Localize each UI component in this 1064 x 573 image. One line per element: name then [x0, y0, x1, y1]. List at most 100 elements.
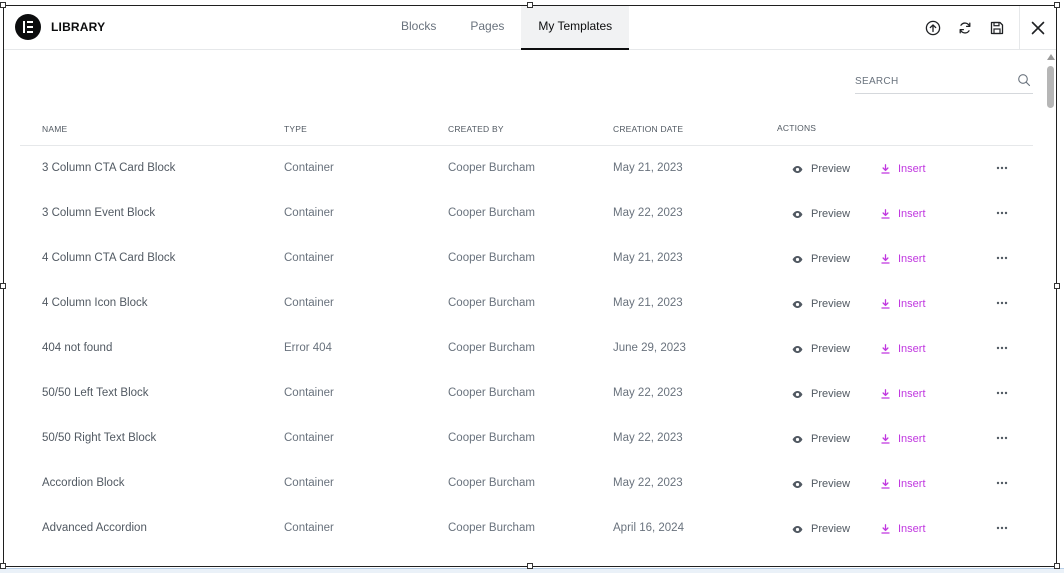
more-options-icon [996, 391, 1008, 395]
preview-button[interactable]: Preview [792, 294, 850, 314]
upload-icon [925, 20, 941, 36]
preview-label: Preview [811, 523, 851, 535]
more-options-button[interactable] [992, 383, 1012, 403]
preview-button[interactable]: Preview [792, 204, 850, 224]
download-icon [881, 209, 890, 219]
resize-handle-top-left[interactable] [0, 2, 6, 8]
resize-handle-left[interactable] [0, 283, 6, 289]
save-button[interactable] [981, 6, 1013, 50]
scrollbar[interactable] [1045, 50, 1056, 566]
table-header: NAME TYPE CREATED BY CREATION DATE ACTIO… [20, 116, 1033, 146]
search-icon [1018, 74, 1031, 87]
search-input[interactable] [855, 73, 1005, 89]
template-name: 50/50 Right Text Block [42, 432, 157, 444]
tab-pages[interactable]: Pages [453, 6, 521, 50]
table-row: 3 Column Event Block Container Cooper Burc… [20, 191, 1033, 236]
template-type: Container [284, 387, 334, 399]
resize-handle-bottom-left[interactable] [0, 563, 6, 569]
template-type: Container [284, 162, 334, 174]
eye-icon [792, 210, 803, 218]
template-date: May 22, 2023 [613, 432, 683, 444]
sync-button[interactable] [949, 6, 981, 50]
template-date: April 16, 2024 [613, 522, 684, 534]
more-options-button[interactable] [992, 473, 1012, 493]
template-name: Accordion Block [42, 477, 125, 489]
template-type: Container [284, 207, 334, 219]
scrollbar-thumb[interactable] [1047, 66, 1054, 108]
insert-label: Insert [898, 343, 926, 355]
library-header: LIBRARY Blocks Pages My Templates [4, 6, 1056, 50]
library-branding: LIBRARY [15, 14, 105, 40]
column-header-creation-date: CREATION DATE [613, 124, 684, 134]
insert-button[interactable]: Insert [881, 159, 926, 179]
resize-handle-right[interactable] [1054, 283, 1060, 289]
tab-blocks[interactable]: Blocks [384, 6, 453, 50]
preview-button[interactable]: Preview [792, 519, 850, 539]
insert-button[interactable]: Insert [881, 384, 926, 404]
eye-icon [792, 345, 803, 353]
download-icon [881, 389, 890, 399]
template-author: Cooper Burcham [448, 387, 535, 399]
column-header-created-by: CREATED BY [448, 124, 504, 134]
more-options-button[interactable] [992, 338, 1012, 358]
resize-handle-bottom[interactable] [527, 563, 533, 569]
template-name: 4 Column CTA Card Block [42, 252, 176, 264]
template-date: June 29, 2023 [613, 342, 686, 354]
preview-label: Preview [811, 208, 851, 220]
more-options-icon [996, 346, 1008, 350]
table-body: 3 Column CTA Card Block Container Cooper B… [20, 146, 1033, 551]
more-options-button[interactable] [992, 203, 1012, 223]
insert-button[interactable]: Insert [881, 339, 926, 359]
template-type: Container [284, 432, 334, 444]
insert-button[interactable]: Insert [881, 294, 926, 314]
insert-button[interactable]: Insert [881, 474, 926, 494]
more-options-icon [996, 481, 1008, 485]
table-row: 50/50 Right Text Block Container Cooper Bu… [20, 416, 1033, 461]
insert-label: Insert [898, 388, 926, 400]
template-date: May 22, 2023 [613, 387, 683, 399]
table-row: 3 Column CTA Card Block Container Cooper B… [20, 146, 1033, 191]
template-name: 3 Column CTA Card Block [42, 162, 176, 174]
more-options-button[interactable] [992, 158, 1012, 178]
insert-label: Insert [898, 433, 926, 445]
insert-button[interactable]: Insert [881, 429, 926, 449]
preview-button[interactable]: Preview [792, 249, 850, 269]
column-header-type: TYPE [284, 124, 308, 134]
insert-button[interactable]: Insert [881, 519, 926, 539]
insert-button[interactable]: Insert [881, 249, 926, 269]
preview-button[interactable]: Preview [792, 339, 850, 359]
preview-button[interactable]: Preview [792, 429, 850, 449]
sync-icon [959, 22, 971, 34]
preview-button[interactable]: Preview [792, 384, 850, 404]
close-icon [1031, 21, 1045, 35]
more-options-button[interactable] [992, 293, 1012, 313]
template-type: Container [284, 522, 334, 534]
table-row: Accordion Block Container Cooper Burcham Ma… [20, 461, 1033, 506]
eye-icon [792, 255, 803, 263]
download-icon [881, 299, 890, 309]
column-header-name: NAME [42, 124, 68, 134]
column-header-actions: ACTIONS [777, 123, 817, 133]
upload-button[interactable] [917, 6, 949, 50]
template-author: Cooper Burcham [448, 477, 535, 489]
preview-label: Preview [811, 388, 851, 400]
eye-icon [792, 300, 803, 308]
preview-button[interactable]: Preview [792, 159, 850, 179]
preview-button[interactable]: Preview [792, 474, 850, 494]
preview-label: Preview [811, 433, 851, 445]
resize-handle-top[interactable] [527, 2, 533, 8]
eye-icon [792, 390, 803, 398]
insert-button[interactable]: Insert [881, 204, 926, 224]
more-options-button[interactable] [992, 248, 1012, 268]
tab-my-templates[interactable]: My Templates [521, 6, 630, 50]
resize-handle-bottom-right[interactable] [1054, 563, 1060, 569]
template-date: May 21, 2023 [613, 297, 683, 309]
library-title: LIBRARY [51, 20, 106, 34]
eye-icon [792, 480, 803, 488]
scroll-up-arrow-icon[interactable] [1047, 54, 1055, 60]
more-options-button[interactable] [992, 428, 1012, 448]
template-author: Cooper Burcham [448, 252, 535, 264]
close-button[interactable] [1020, 6, 1056, 50]
more-options-button[interactable] [992, 518, 1012, 538]
resize-handle-top-right[interactable] [1054, 2, 1060, 8]
